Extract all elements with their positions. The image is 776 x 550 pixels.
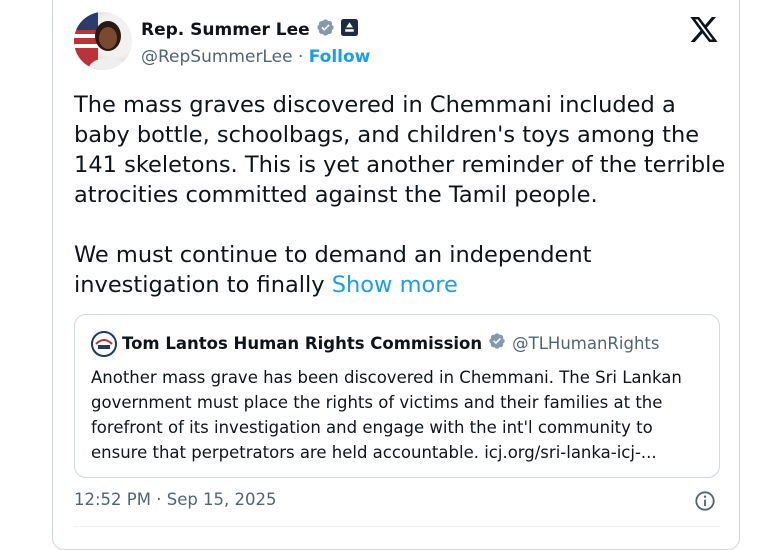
divider — [74, 526, 720, 527]
show-more-link[interactable]: Show more — [332, 272, 458, 298]
government-badge-icon — [340, 19, 358, 40]
quoted-author-row: Tom Lantos Human Rights Commission @TLHu… — [122, 332, 659, 354]
follow-button[interactable]: Follow — [309, 47, 371, 67]
tweet-body: The mass graves discovered in Chemmani i… — [74, 92, 726, 298]
author-handle[interactable]: @RepSummerLee — [141, 47, 293, 67]
quoted-author-handle: @TLHumanRights — [512, 333, 660, 353]
author-name-row: Rep. Summer Lee — [141, 18, 358, 41]
info-icon[interactable] — [694, 490, 716, 512]
avatar[interactable] — [74, 12, 132, 70]
verified-icon — [316, 18, 335, 41]
x-logo-icon[interactable] — [690, 17, 718, 42]
author-name[interactable]: Rep. Summer Lee — [141, 20, 310, 40]
tweet-timestamp[interactable]: 12:52 PM · Sep 15, 2025 — [74, 490, 277, 509]
quoted-tweet[interactable]: Tom Lantos Human Rights Commission @TLHu… — [74, 314, 720, 478]
handle-separator: · — [297, 47, 304, 67]
author-handle-row: @RepSummerLee · Follow — [141, 47, 370, 67]
quoted-avatar — [91, 331, 117, 357]
quoted-text: Another mass grave has been discovered i… — [91, 368, 682, 462]
quoted-author-name: Tom Lantos Human Rights Commission — [122, 333, 483, 353]
tweet-text: The mass graves discovered in Chemmani i… — [74, 90, 734, 300]
verified-icon — [488, 332, 506, 354]
